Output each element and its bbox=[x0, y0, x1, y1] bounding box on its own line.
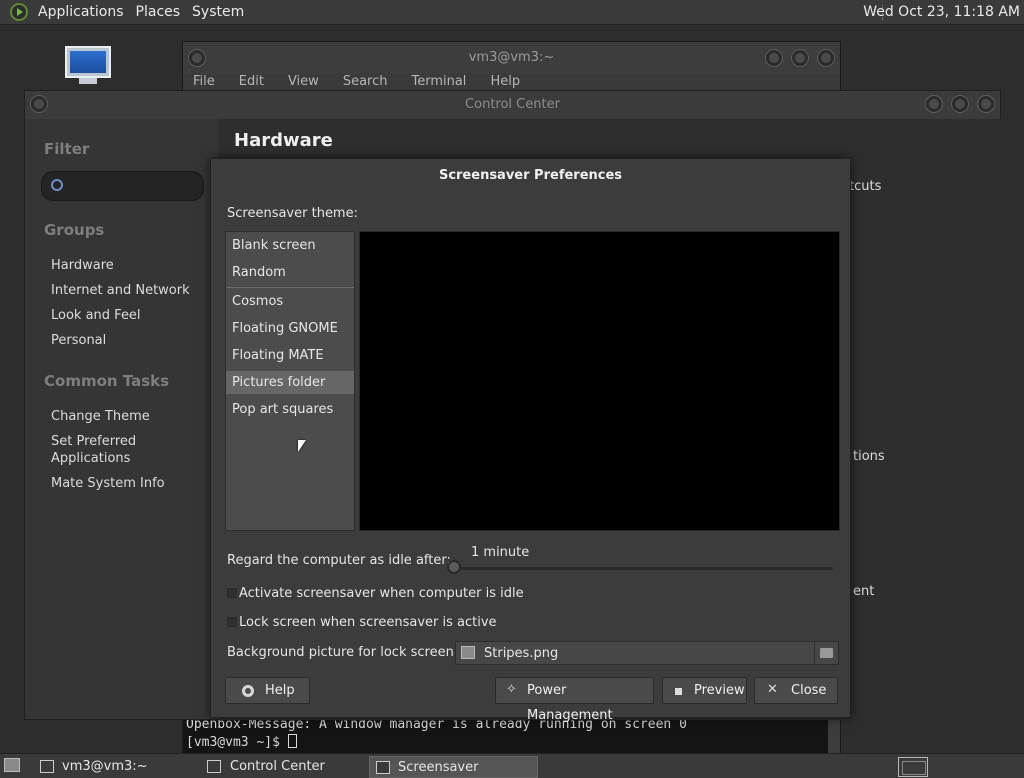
workspace-switcher[interactable] bbox=[898, 757, 928, 777]
bg-picture-chooser[interactable]: Stripes.png bbox=[455, 641, 839, 665]
top-panel: Applications Places System Wed Oct 23, 1… bbox=[0, 0, 1024, 25]
taskbar-item-label: Control Center bbox=[230, 759, 325, 774]
idle-slider[interactable] bbox=[451, 567, 833, 570]
power-management-button[interactable]: ✧ Power Management bbox=[495, 677, 654, 723]
theme-item[interactable]: Cosmos bbox=[226, 290, 354, 313]
theme-list[interactable]: Blank screen Random Cosmos Floating GNOM… bbox=[225, 231, 355, 531]
minimize-icon[interactable] bbox=[926, 96, 942, 112]
partial-item-label[interactable]: tcuts bbox=[849, 179, 881, 194]
terminal-titlebar[interactable]: vm3@vm3:~ bbox=[183, 42, 840, 74]
theme-item[interactable]: Pop art squares bbox=[226, 398, 354, 421]
theme-item[interactable]: Floating GNOME bbox=[226, 317, 354, 340]
help-icon bbox=[242, 685, 254, 697]
window-menu-icon[interactable] bbox=[189, 50, 205, 66]
task-set-preferred-applications[interactable]: Set Preferred Applications bbox=[51, 433, 171, 467]
task-mate-system-info[interactable]: Mate System Info bbox=[51, 475, 165, 492]
taskbar-item-control-center[interactable]: Control Center bbox=[201, 756, 365, 778]
close-icon: ✕ bbox=[767, 682, 778, 697]
theme-item[interactable]: Floating MATE bbox=[226, 344, 354, 367]
preview-button[interactable]: Preview bbox=[662, 677, 747, 704]
terminal-cursor bbox=[287, 734, 297, 748]
mouse-pointer bbox=[298, 440, 306, 452]
terminal-icon bbox=[40, 760, 54, 773]
taskbar-item-screensaver[interactable]: Screensaver Prefere... bbox=[369, 756, 538, 778]
activate-screensaver-checkbox[interactable] bbox=[227, 588, 237, 598]
power-management-label: Power Management bbox=[527, 683, 613, 723]
control-center-icon bbox=[207, 760, 221, 773]
terminal-scrollbar[interactable] bbox=[828, 714, 840, 756]
clock[interactable]: Wed Oct 23, 11:18 AM bbox=[863, 0, 1020, 25]
system-menu[interactable]: System bbox=[186, 0, 250, 25]
theme-list-separator bbox=[226, 287, 354, 288]
monitor-icon bbox=[65, 46, 111, 78]
close-icon[interactable] bbox=[978, 96, 994, 112]
idle-label: Regard the computer as idle after: bbox=[227, 553, 451, 568]
section-title-hardware: Hardware bbox=[234, 130, 333, 151]
search-icon bbox=[51, 179, 63, 191]
window-menu-icon[interactable] bbox=[31, 96, 47, 112]
idle-value: 1 minute bbox=[471, 545, 530, 560]
help-button-label: Help bbox=[265, 683, 295, 698]
group-internet-network[interactable]: Internet and Network bbox=[51, 282, 190, 299]
maximize-icon[interactable] bbox=[952, 96, 968, 112]
group-hardware[interactable]: Hardware bbox=[51, 257, 114, 274]
minimize-icon[interactable] bbox=[766, 50, 782, 66]
maximize-icon[interactable] bbox=[792, 50, 808, 66]
bg-picture-value: Stripes.png bbox=[484, 646, 559, 661]
screensaver-icon bbox=[376, 761, 390, 774]
partial-item-label[interactable]: tions bbox=[853, 449, 885, 464]
power-icon: ✧ bbox=[506, 682, 517, 697]
activate-screensaver-label[interactable]: Activate screensaver when computer is id… bbox=[239, 586, 524, 601]
group-personal[interactable]: Personal bbox=[51, 332, 106, 349]
browse-folder-button[interactable] bbox=[814, 642, 838, 664]
image-file-icon bbox=[461, 646, 475, 659]
control-center-titlebar[interactable]: Control Center bbox=[25, 91, 1000, 119]
stop-icon bbox=[675, 688, 682, 695]
close-button-label: Close bbox=[791, 683, 827, 698]
applications-menu[interactable]: Applications bbox=[32, 0, 130, 25]
terminal-output[interactable]: Openbox-Message: A window manager is alr… bbox=[183, 714, 828, 756]
taskbar-item-label: Screensaver Prefere... bbox=[398, 760, 479, 775]
terminal-prompt: [vm3@vm3 ~]$ bbox=[186, 735, 288, 750]
monitor-stand bbox=[79, 78, 97, 84]
filter-heading: Filter bbox=[44, 140, 90, 158]
places-menu[interactable]: Places bbox=[130, 0, 187, 25]
preview-button-label: Preview bbox=[694, 683, 745, 698]
taskbar-item-label: vm3@vm3:~ bbox=[62, 759, 148, 774]
close-icon[interactable] bbox=[818, 50, 834, 66]
taskbar-item-terminal[interactable]: vm3@vm3:~ bbox=[34, 756, 196, 778]
bg-picture-label: Background picture for lock screen: bbox=[227, 645, 459, 660]
idle-slider-handle[interactable] bbox=[447, 560, 461, 574]
show-desktop-icon[interactable] bbox=[4, 758, 20, 772]
lock-screen-checkbox[interactable] bbox=[227, 617, 237, 627]
task-change-theme[interactable]: Change Theme bbox=[51, 408, 150, 425]
theme-item[interactable]: Random bbox=[226, 261, 354, 284]
folder-icon bbox=[820, 648, 833, 658]
bottom-panel: vm3@vm3:~ Control Center Screensaver Pre… bbox=[0, 753, 1024, 778]
close-button[interactable]: ✕ Close bbox=[754, 677, 838, 704]
terminal-title: vm3@vm3:~ bbox=[468, 50, 555, 65]
groups-heading: Groups bbox=[44, 221, 105, 239]
help-button[interactable]: Help bbox=[225, 677, 310, 704]
theme-item[interactable]: Blank screen bbox=[226, 234, 354, 257]
group-look-and-feel[interactable]: Look and Feel bbox=[51, 307, 141, 324]
dialog-title: Screensaver Preferences bbox=[438, 168, 623, 183]
theme-label: Screensaver theme: bbox=[227, 206, 358, 221]
partial-item-label[interactable]: ent bbox=[853, 584, 874, 599]
lock-screen-label[interactable]: Lock screen when screensaver is active bbox=[239, 615, 497, 630]
filter-search-input[interactable] bbox=[41, 171, 204, 201]
mate-logo-icon[interactable] bbox=[10, 3, 28, 21]
common-tasks-heading: Common Tasks bbox=[44, 372, 170, 390]
control-center-title: Control Center bbox=[465, 97, 560, 112]
terminal-prompt-line: [vm3@vm3 ~]$ bbox=[186, 734, 825, 752]
computer-desktop-icon[interactable] bbox=[63, 46, 113, 86]
screensaver-preview bbox=[359, 231, 840, 531]
control-center-sidebar: Filter Groups Hardware Internet and Netw… bbox=[25, 119, 219, 720]
theme-item-selected[interactable]: Pictures folder bbox=[226, 371, 354, 394]
screensaver-preferences-dialog: Screensaver Preferences Screensaver them… bbox=[210, 158, 851, 723]
